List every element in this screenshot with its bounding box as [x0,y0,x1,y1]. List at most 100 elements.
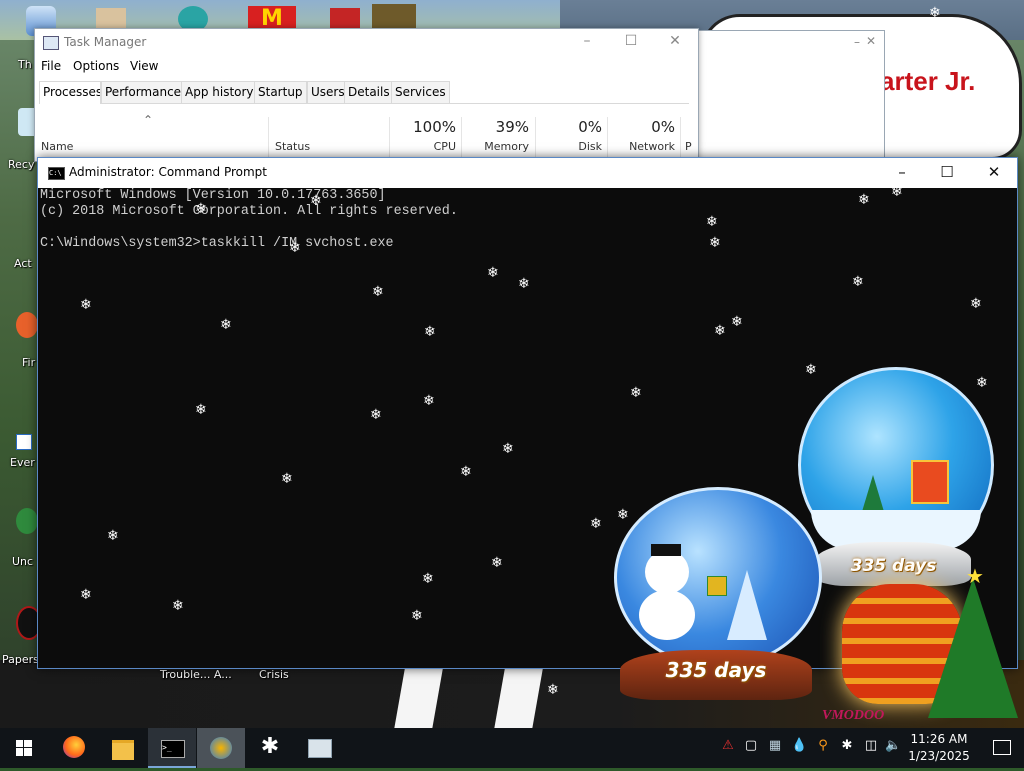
taskbar-monitor-app[interactable] [295,728,343,768]
system-clock[interactable]: 11:26 AM 1/23/2025 [902,731,976,765]
network-app-icon [210,737,232,759]
column-memory[interactable]: Memory [467,140,529,153]
close-button[interactable]: ✕ [661,33,689,53]
snowflake-icon: ❄ [310,193,322,209]
snowflake-icon: ❄ [289,240,301,256]
close-button[interactable]: ✕ [971,158,1017,188]
console-line: (c) 2018 Microsoft Corporation. All righ… [40,204,458,219]
desktop-icon-label[interactable]: Recy [8,158,34,171]
tray-app-icon[interactable]: ▦ [767,738,783,754]
snowflake-icon: ❄ [929,5,941,21]
snowflake-icon: ❄ [422,571,434,587]
minimize-button[interactable]: – [573,33,601,53]
tree-icon [727,570,767,640]
menu-file[interactable]: File [41,59,61,73]
firefox-shortcut-icon[interactable] [16,312,38,338]
column-status[interactable]: Status [275,140,310,153]
desktop-icon-label[interactable]: Trouble... A... [160,668,232,681]
desktop-icon-label[interactable]: Crisis [259,668,289,681]
network-percent: 0% [651,118,675,136]
snowflake-icon: ❄ [172,598,184,614]
snowflake-icon: ❄ [630,385,642,401]
tab-performance[interactable]: Performance [101,81,186,103]
tray-snowflake-icon[interactable]: ✱ [839,738,855,754]
console-line: C:\Windows\system32>taskkill /IM svchost… [40,236,394,251]
snow-globe-right [798,367,994,563]
days-counter: 335 days [850,556,937,576]
snowflake-icon: ❄ [491,555,503,571]
snowflake-icon: ❄ [891,184,903,200]
snowflake-icon: ❄ [80,297,92,313]
desktop-icon-label[interactable]: Unc [12,555,33,568]
tab-startup[interactable]: Startup [254,81,307,103]
tab-users[interactable]: Users [307,81,349,103]
snowflake-icon: ❄ [411,608,423,624]
snowflake-icon: ❄ [858,192,870,208]
taskbar-snowflake-app[interactable]: ✱ [246,728,294,768]
cpu-percent: 100% [413,118,456,136]
sort-chevron-up-icon[interactable]: ⌃ [143,113,153,127]
taskbar-file-explorer[interactable] [98,728,146,768]
snowflake-icon: ❄ [518,276,530,292]
tab-app-history[interactable]: App history [181,81,258,103]
gift-icon [707,576,727,596]
tray-search-icon[interactable]: ⚲ [815,738,831,754]
tray-drop-icon[interactable]: 💧 [791,738,807,754]
close-icon[interactable]: ✕ [866,34,876,48]
menu-options[interactable]: Options [73,59,119,73]
column-divider [389,117,390,161]
snowflake-icon: ❄ [590,516,602,532]
column-network[interactable]: Network [613,140,675,153]
desktop-icon-label[interactable]: Th [18,58,32,71]
network-icon[interactable]: ◫ [863,738,879,754]
tab-processes[interactable]: Processes [39,81,101,104]
maximize-button[interactable]: ☐ [924,158,970,188]
snowflake-icon: ❄ [80,587,92,603]
desktop-icon-label[interactable]: Fir [22,356,35,369]
snowflake-icon: ❄ [547,682,559,698]
background-window[interactable]: – ✕ [697,30,885,158]
gift-icon [911,460,949,504]
minimize-icon[interactable]: – [854,35,860,49]
snowflake-icon: ❄ [220,317,232,333]
tray-window-icon[interactable]: ▢ [743,738,759,754]
console-line: Microsoft Windows [Version 10.0.17763.36… [40,188,386,203]
taskbar-firefox[interactable] [50,728,98,768]
snowflake-icon: ❄ [460,464,472,480]
desktop-icon-label[interactable]: Papers [2,653,39,666]
column-cpu[interactable]: CPU [397,140,456,153]
snowflake-icon: ❄ [714,323,726,339]
volume-icon[interactable]: 🔈 [885,738,901,754]
window-title: Administrator: Command Prompt [69,165,267,179]
command-prompt-icon: >_ [161,740,185,758]
snowflake-icon: ❄ [709,235,721,251]
days-counter: 335 days [665,658,767,682]
column-divider [268,117,269,161]
column-name[interactable]: Name [41,140,73,153]
tab-services[interactable]: Services [391,81,450,103]
tab-strip: Processes Performance App history Startu… [39,81,689,104]
menu-view[interactable]: View [130,59,158,73]
memory-percent: 39% [495,118,529,136]
firefox-icon [63,736,85,758]
task-manager-titlebar[interactable]: Task Manager – ☐ ✕ [35,29,698,57]
column-divider [607,117,608,161]
clock-date: 1/23/2025 [908,749,970,763]
taskbar-command-prompt[interactable]: >_ [148,728,196,768]
window-title: Task Manager [64,35,147,49]
column-divider [461,117,462,161]
watermark-text: VMODOO [822,708,885,723]
maximize-button[interactable]: ☐ [617,33,645,53]
desktop-icon-label[interactable]: Act [14,257,32,270]
column-disk[interactable]: Disk [541,140,602,153]
action-center-button[interactable] [980,728,1024,768]
tray-alert-icon[interactable]: ⚠ [720,738,736,754]
windows-start-button[interactable] [0,728,48,768]
column-power[interactable]: P [685,140,692,153]
taskbar-network-app[interactable] [197,728,245,768]
uncle-shortcut-icon[interactable] [16,508,38,534]
tab-details[interactable]: Details [344,81,394,103]
command-prompt-titlebar[interactable]: C:\ Administrator: Command Prompt – ☐ ✕ [38,158,1017,188]
desktop-icon-label[interactable]: Ever [10,456,35,469]
task-manager-window[interactable]: Task Manager – ☐ ✕ File Options View Pro… [34,28,699,162]
